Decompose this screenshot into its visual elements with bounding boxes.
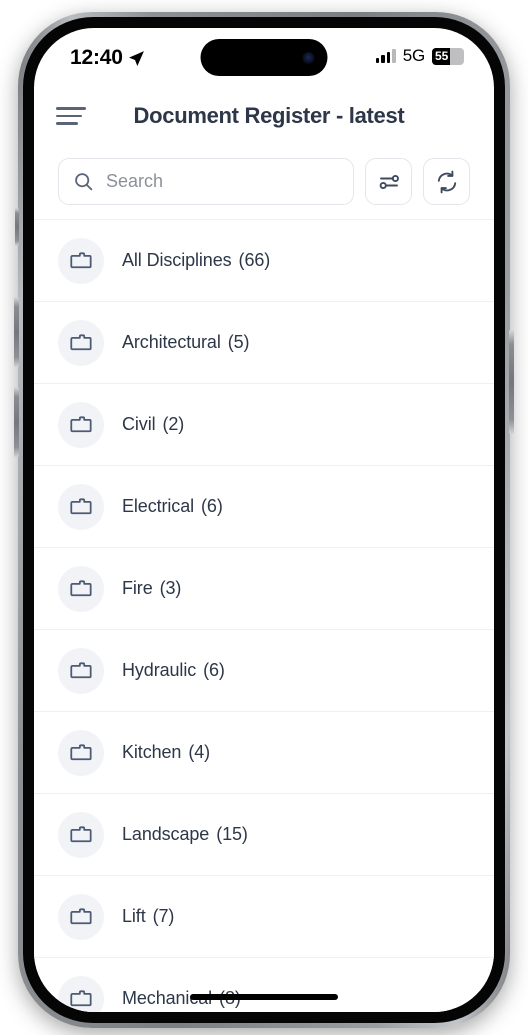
signal-bars-icon [375,49,396,63]
list-item-label: Kitchen (4) [122,742,211,762]
folder-badge [58,319,104,366]
refresh-sync-icon [437,170,456,193]
phone-screen: 12:40 5G 55 Document Register - latest S… [34,28,494,1012]
list-item-label: Lift (7) [122,906,175,926]
list-item[interactable]: Landscape (15) [34,793,494,875]
list-item[interactable]: All Disciplines (66) [34,219,494,301]
folder-icon [69,498,92,515]
list-item-count: (5) [227,332,250,352]
phone-body: 12:40 5G 55 Document Register - latest S… [23,17,505,1023]
phone-frame: 12:40 5G 55 Document Register - latest S… [14,12,514,1028]
folder-icon [69,990,92,1007]
list-item-label: Landscape (15) [122,824,248,844]
folder-icon [69,826,92,843]
list-item-label: Electrical (6) [122,496,223,516]
power-button[interactable] [509,330,514,434]
folder-badge [58,647,104,694]
folder-badge [58,729,104,776]
folder-badge [58,401,104,448]
folder-icon [69,334,92,351]
folder-icon [69,252,92,269]
network-label: 5G [402,46,425,65]
status-bar-left: 12:40 [70,46,145,70]
list-item-count: (15) [216,824,248,844]
filter-sliders-icon [379,174,399,189]
page-title: Document Register - latest [133,103,405,128]
folder-badge [58,565,104,612]
status-bar-right: 5G 55 [375,46,464,66]
folder-icon [69,580,92,597]
list-item[interactable]: Fire (3) [34,547,494,629]
discipline-list: All Disciplines (66) Architectural (5) Civ… [34,219,494,1012]
list-item-label: All Disciplines (66) [122,250,271,270]
search-field-wrapper[interactable] [58,158,354,205]
list-item-count: (2) [162,414,185,434]
list-item[interactable]: Civil (2) [34,383,494,465]
list-item-count: (6) [203,660,225,680]
list-item[interactable]: Architectural (5) [34,301,494,383]
list-item-label: Fire (3) [122,578,182,598]
search-toolbar [34,146,494,219]
app-header: Document Register - latest [34,86,494,146]
list-item[interactable]: Electrical (6) [34,465,494,547]
hamburger-menu-icon[interactable] [56,103,90,129]
screenshot-root: 12:40 5G 55 Document Register - latest S… [0,0,528,1035]
volume-up-button[interactable] [14,297,19,367]
list-item-label: Architectural (5) [122,332,250,352]
dynamic-island [200,39,328,76]
location-arrow-icon [128,50,144,66]
list-item-count: (4) [188,742,211,762]
folder-badge [58,811,104,858]
filter-button[interactable] [365,158,412,205]
folder-icon [69,662,92,679]
front-camera-lens [302,51,315,64]
folder-icon [69,908,92,925]
folder-badge [58,975,104,1012]
folder-badge [58,893,104,940]
folder-badge [58,483,104,530]
list-item[interactable]: Mechanical(8) [34,957,494,1012]
status-time: 12:40 [70,46,123,69]
battery-percent-label: 55 [435,49,449,63]
list-item-count: (7) [152,906,175,926]
list-item[interactable]: Lift (7) [34,875,494,957]
home-indicator [190,994,338,1000]
list-item[interactable]: Hydraulic (6) [34,629,494,711]
search-icon [75,173,93,191]
list-item-count: (66) [238,250,271,270]
list-item-label: Civil (2) [122,414,185,434]
volume-down-button[interactable] [14,387,19,457]
battery-icon: 55 [432,47,464,65]
status-bar: 12:40 5G 55 [34,28,494,86]
folder-icon [69,416,92,433]
list-item-label: Hydraulic (6) [122,660,225,680]
silence-switch-button[interactable] [15,208,19,246]
refresh-button[interactable] [423,158,470,205]
list-item[interactable]: Kitchen (4) [34,711,494,793]
search-input[interactable] [106,171,339,192]
folder-icon [69,744,92,761]
folder-badge [58,237,104,284]
list-item-count: (3) [159,578,182,598]
list-item-count: (6) [201,496,223,516]
